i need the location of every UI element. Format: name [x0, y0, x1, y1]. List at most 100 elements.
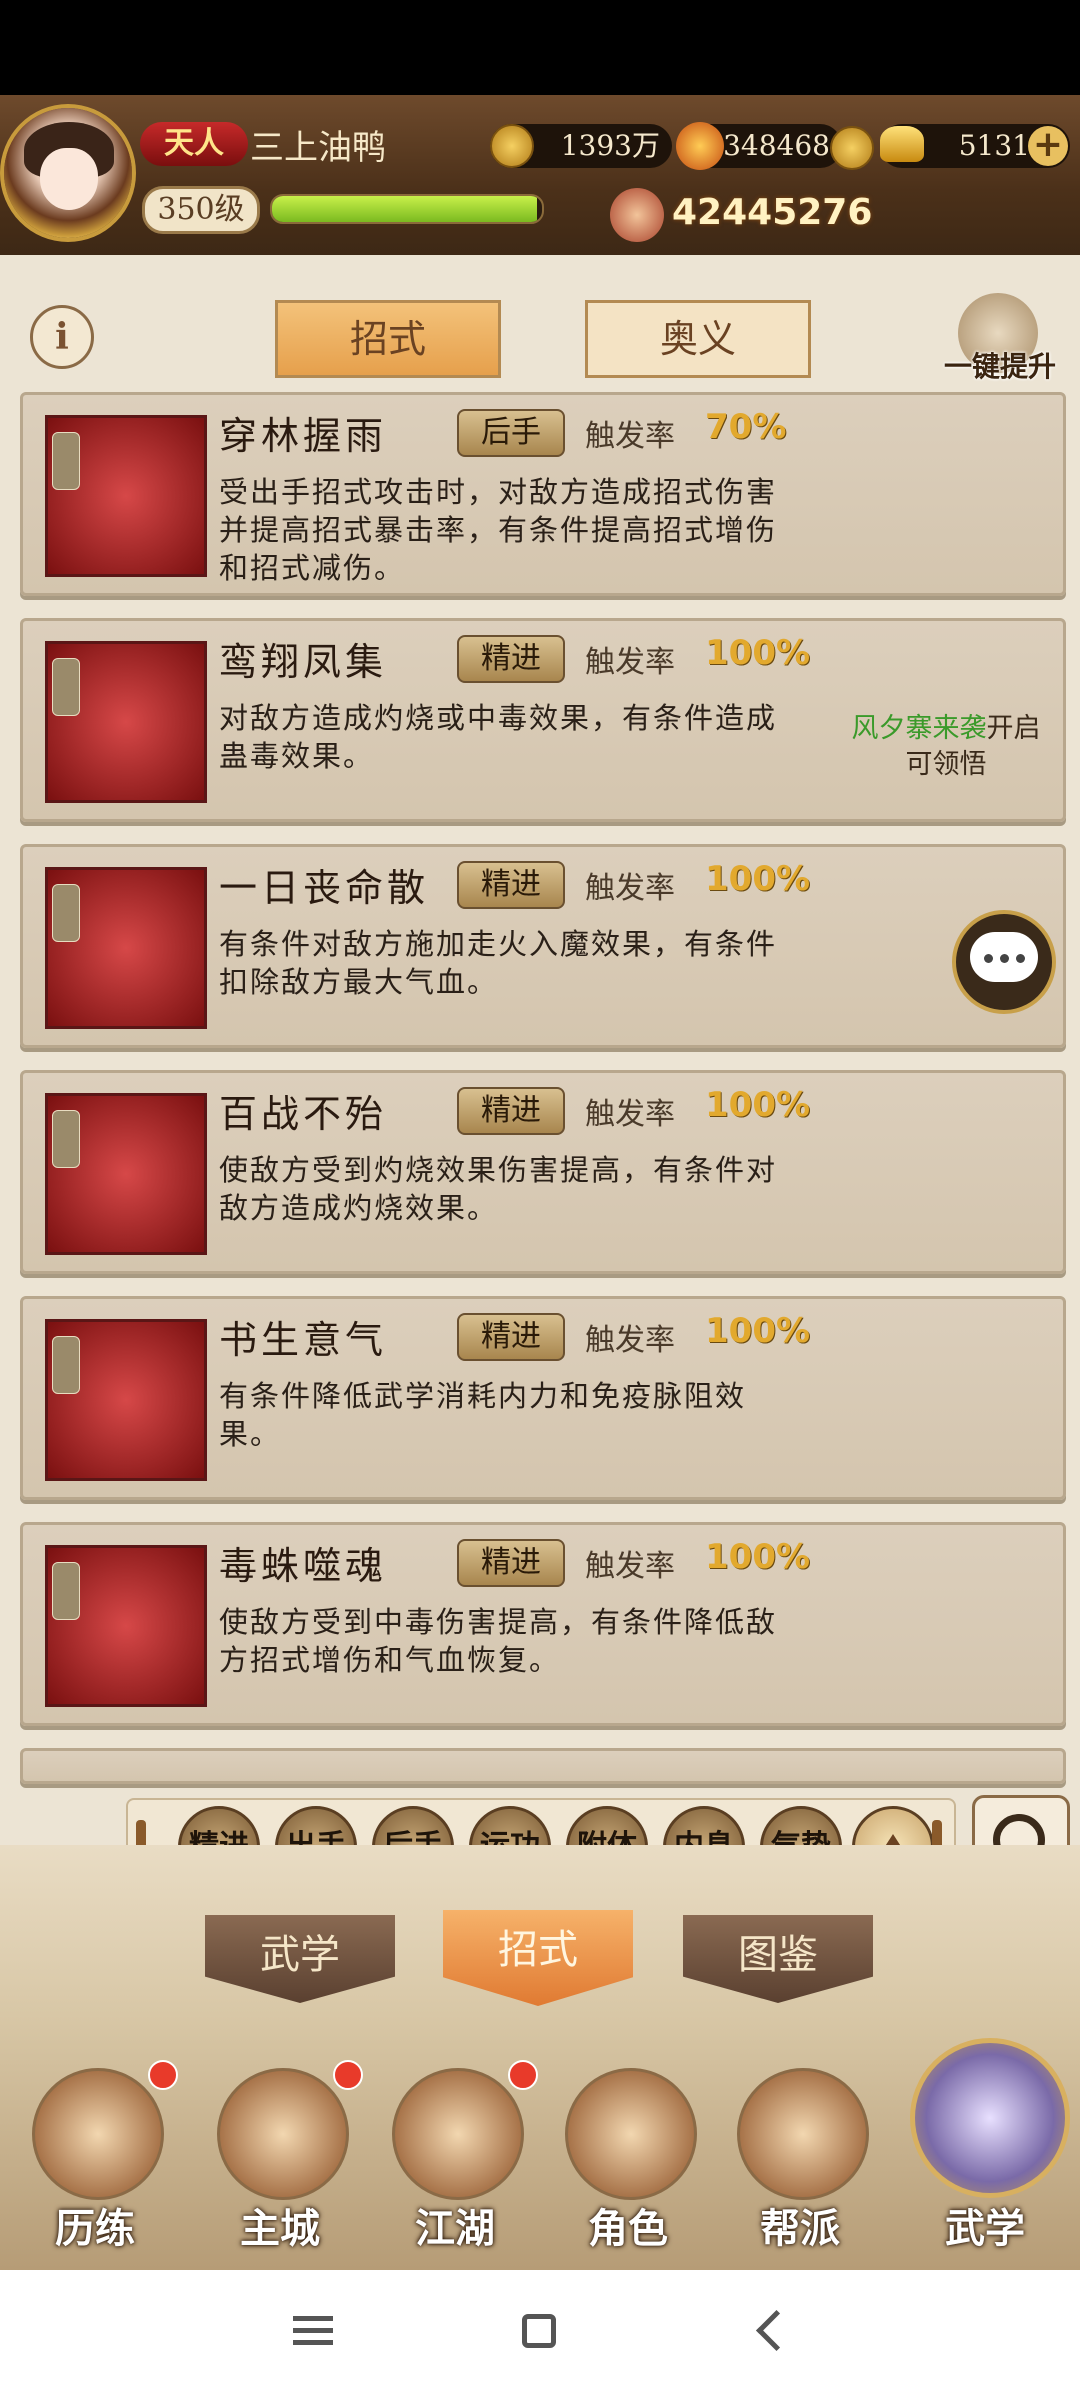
xp-bar	[270, 194, 544, 224]
nav-item[interactable]: 角色	[553, 2060, 703, 2260]
back-button[interactable]	[742, 2300, 802, 2360]
one-click-upgrade-button[interactable]: 一键提升	[930, 293, 1070, 393]
nav-label: 主城	[240, 2205, 320, 2252]
info-button[interactable]: i	[30, 305, 94, 369]
trigger-rate-label: 触发率	[585, 419, 675, 454]
level-badge: 350级	[142, 186, 260, 234]
move-type-badge: 精进	[457, 1539, 565, 1587]
move-title: 百战不殆	[219, 1092, 388, 1136]
move-type-badge: 精进	[457, 1087, 565, 1135]
tab-moves[interactable]: 招式	[275, 300, 501, 378]
move-card-partial	[20, 1748, 1066, 1784]
unlock-event[interactable]: 风夕寨来袭	[852, 713, 987, 744]
trigger-rate-label: 触发率	[585, 871, 675, 906]
move-tag-icon	[52, 432, 80, 490]
copper-coin-icon	[490, 124, 534, 168]
notification-dot	[333, 2060, 363, 2090]
avatar[interactable]	[4, 108, 132, 238]
chat-bubble-button[interactable]	[952, 910, 1056, 1014]
move-card[interactable]: 穿林握雨 后手 触发率 70% 受出手招式攻击时，对敌方造成招式伤害并提高招式暴击率，有…	[20, 392, 1066, 596]
move-card[interactable]: 鸾翔凤集 精进 触发率 100% 对敌方造成灼烧或中毒效果，有条件造成蛊毒效果。 风夕寨来…	[20, 618, 1066, 822]
power-icon	[610, 188, 664, 242]
rank-badge: 天人	[140, 122, 248, 166]
trigger-rate-label: 触发率	[585, 645, 675, 680]
move-description: 受出手招式攻击时，对敌方造成招式伤害并提高招式暴击率，有条件提高招式增伤和招式减…	[219, 475, 778, 585]
trigger-rate-value: 100%	[705, 1537, 811, 1577]
nav-item[interactable]: 主城	[205, 2060, 363, 2260]
move-type-badge: 后手	[457, 409, 565, 457]
move-description: 有条件降低武学消耗内力和免疫脉阻效果。	[219, 1379, 747, 1451]
nav-item[interactable]: 江湖	[380, 2060, 538, 2260]
player-name: 三上油鸭	[250, 128, 386, 168]
unlock-condition: 风夕寨来袭开启可领悟	[833, 711, 1059, 783]
xp-fill	[272, 196, 537, 222]
move-icon	[45, 641, 207, 803]
trigger-rate-label: 触发率	[585, 1549, 675, 1584]
home-button[interactable]	[510, 2300, 570, 2360]
trigger-rate-value: 100%	[705, 859, 811, 899]
trigger-rate-value: 100%	[705, 633, 811, 673]
nav-icon	[217, 2068, 349, 2200]
notification-dot	[508, 2060, 538, 2090]
move-title: 穿林握雨	[219, 414, 388, 458]
recent-apps-button[interactable]	[285, 2300, 345, 2360]
flame-points-display: 348468	[676, 122, 842, 170]
nav-item[interactable]: 帮派	[725, 2060, 875, 2260]
nav-icon	[737, 2068, 869, 2200]
move-type-badge: 精进	[457, 1313, 565, 1361]
one-click-upgrade-label: 一键提升	[943, 350, 1056, 383]
move-tag-icon	[52, 1110, 80, 1168]
move-icon	[45, 1319, 207, 1481]
nav-item[interactable]: 武学	[910, 2038, 1070, 2260]
trigger-rate-label: 触发率	[585, 1323, 675, 1358]
move-description: 使敌方受到中毒伤害提高，有条件降低敌方招式增伤和气血恢复。	[219, 1605, 778, 1677]
nav-icon	[32, 2068, 164, 2200]
nav-label: 历练	[55, 2205, 135, 2252]
move-icon	[45, 1093, 207, 1255]
unlock-line2: 可领悟	[905, 749, 987, 780]
status-bar	[0, 0, 1080, 95]
move-icon	[45, 1545, 207, 1707]
nav-label: 角色	[588, 2205, 668, 2252]
add-currency-button[interactable]: +	[1028, 126, 1068, 166]
tab-mystery[interactable]: 奥义	[585, 300, 811, 378]
move-type-badge: 精进	[457, 635, 565, 683]
coin-stack-icon	[830, 126, 874, 170]
nav-icon	[910, 2038, 1070, 2198]
move-card[interactable]: 毒蛛噬魂 精进 触发率 100% 使敌方受到中毒伤害提高，有条件降低敌方招式增伤和气血恢…	[20, 1522, 1066, 1726]
nav-item[interactable]: 历练	[20, 2060, 178, 2260]
nav-label: 帮派	[760, 2205, 840, 2252]
coins-value: 1393万	[560, 129, 660, 162]
move-card[interactable]: 百战不殆 精进 触发率 100% 使敌方受到灼烧效果伤害提高，有条件对敌方造成灼烧效果。	[20, 1070, 1066, 1274]
flame-points-value: 348468	[723, 129, 830, 162]
trigger-rate-value: 100%	[705, 1311, 811, 1351]
move-icon	[45, 415, 207, 577]
nav-icon	[565, 2068, 697, 2200]
coins-display: 1393万	[490, 124, 672, 168]
flame-icon	[676, 122, 724, 170]
nav-label: 江湖	[415, 2205, 495, 2252]
trigger-rate-label: 触发率	[585, 1097, 675, 1132]
trigger-rate-value: 100%	[705, 1085, 811, 1125]
move-card[interactable]: 一日丧命散 精进 触发率 100% 有条件对敌方施加走火入魔效果，有条件扣除敌方最大气血…	[20, 844, 1066, 1048]
move-icon	[45, 867, 207, 1029]
move-title: 鸾翔凤集	[219, 640, 388, 684]
move-title: 一日丧命散	[219, 866, 430, 910]
chat-icon	[970, 932, 1038, 982]
move-description: 使敌方受到灼烧效果伤害提高，有条件对敌方造成灼烧效果。	[219, 1153, 778, 1225]
unlock-suffix: 开启	[986, 713, 1041, 744]
move-description: 对敌方造成灼烧或中毒效果，有条件造成蛊毒效果。	[219, 701, 778, 773]
move-card[interactable]: 书生意气 精进 触发率 100% 有条件降低武学消耗内力和免疫脉阻效果。	[20, 1296, 1066, 1500]
move-tag-icon	[52, 1562, 80, 1620]
nav-label: 武学	[945, 2205, 1025, 2252]
move-tag-icon	[52, 658, 80, 716]
ingots-value: 5131	[958, 129, 1030, 162]
move-title: 毒蛛噬魂	[219, 1544, 388, 1588]
move-title: 书生意气	[219, 1318, 388, 1362]
notification-dot	[148, 2060, 178, 2090]
trigger-rate-value: 70%	[705, 407, 787, 447]
power-value: 42445276	[672, 192, 873, 233]
move-description: 有条件对敌方施加走火入魔效果，有条件扣除敌方最大气血。	[219, 927, 778, 999]
move-tag-icon	[52, 884, 80, 942]
move-tag-icon	[52, 1336, 80, 1394]
